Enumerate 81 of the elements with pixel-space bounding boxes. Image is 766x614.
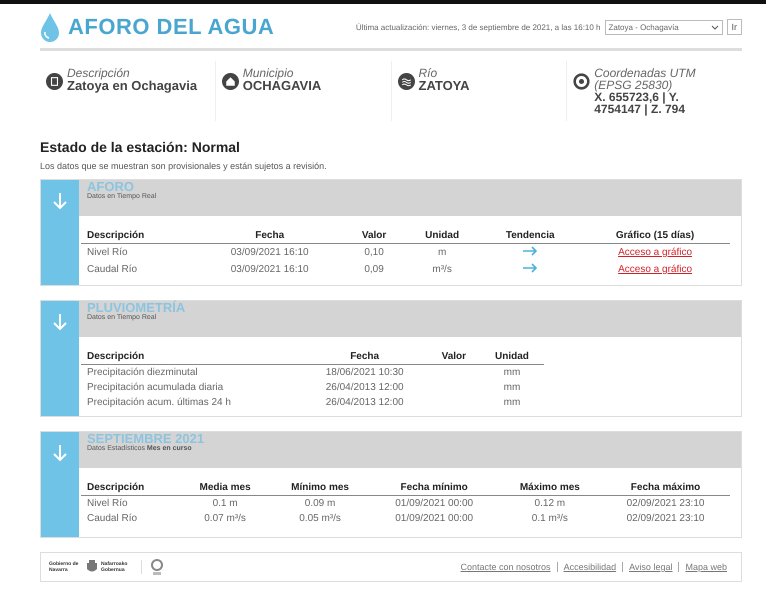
column-header: Unidad (404, 228, 480, 244)
table-cell: Precipitación diezminutal (81, 364, 302, 380)
column-header: Valor (428, 349, 480, 364)
chart-link[interactable]: Acceso a gráfico (618, 264, 692, 275)
column-header: Fecha mínimo (370, 480, 498, 496)
info-value: Zatoya en Ochagavia (67, 79, 198, 92)
footer-link[interactable]: Aviso legal (622, 562, 678, 572)
coat-of-arms-icon (86, 560, 98, 574)
circle-logo-icon (150, 558, 164, 576)
column-header: Máximo mes (498, 480, 602, 496)
info-value: X. 655723,6 | Y. 4754147 | Z. 794 (594, 91, 686, 115)
section-title: AFORO (87, 180, 134, 193)
table-cell: 03/09/2021 16:10 (195, 244, 344, 261)
section-title: SEPTIEMBRE 2021 (87, 432, 206, 445)
column-header: Descripción (81, 349, 302, 364)
table-cell-text: Caudal Río (86, 512, 138, 526)
column-header: Mínimo mes (270, 480, 370, 496)
footer-link[interactable]: Contacte con nosotros (454, 562, 557, 572)
column-header: Valor (344, 228, 404, 244)
section-title: PLUVIOMETRÍA (87, 301, 186, 314)
site-logo-text: AFORO DEL AGUA (68, 14, 274, 40)
table-cell: 0.09 m (270, 496, 370, 511)
info-label: Río (418, 67, 438, 79)
table-cell-text: mm (502, 381, 522, 395)
table-cell-text: 0.1 m³/s (530, 512, 569, 526)
footer-link[interactable]: Accesibilidad (556, 562, 622, 572)
down-arrow-icon (53, 444, 67, 462)
disclaimer-text: Los datos que se muestran son provisionales y están sujetos a revisión. (40, 161, 328, 171)
table-cell-text: Precipitación acum. últimas 24 h (86, 396, 232, 410)
chevron-icon (710, 24, 718, 30)
house-icon (222, 73, 239, 90)
table-cell-text: 26/04/2013 12:00 (324, 396, 405, 410)
column-header: Media mes (180, 480, 270, 496)
table-cell-text: 0,09 (363, 263, 385, 277)
column-header: Descripción (81, 480, 180, 496)
down-arrow-icon (53, 313, 67, 331)
column-header: Unidad (480, 349, 544, 364)
table-cell-text: 26/04/2013 12:00 (324, 381, 405, 395)
right-arrow-icon (522, 263, 538, 273)
info-value: ZATOYA (418, 79, 470, 92)
station-select[interactable]: Zatoya - Ochagavía (604, 20, 722, 34)
column-header: Descripción (81, 228, 196, 244)
waves-icon (398, 73, 414, 90)
table-cell-text: mm (502, 396, 522, 410)
down-arrow-icon (53, 192, 67, 210)
column-header: Gráfico (15 días) (580, 228, 730, 244)
last-update-text: Última actualización: viernes, 3 de septiembre de 2021, a las 16:10 h (356, 22, 600, 32)
table-cell: Nivel Río (81, 496, 180, 511)
go-button[interactable]: Ir (726, 19, 742, 35)
table-cell-text: 0.05 m³/s (298, 512, 342, 526)
table-cell-text: Caudal Río (86, 263, 138, 277)
footer-link[interactable]: Mapa web (678, 562, 733, 572)
table-cell-text: 02/09/2021 23:10 (626, 512, 706, 526)
table-cell-text: Precipitación acumulada diaria (86, 381, 224, 395)
column-header: Fecha (195, 228, 344, 244)
table-cell: m (404, 244, 480, 261)
table-cell: 0.12 m (498, 496, 602, 511)
chart-link[interactable]: Acceso a gráfico (618, 247, 692, 258)
table-cell-text: 0.07 m³/s (203, 512, 247, 526)
table-cell: 0.1 m (180, 496, 270, 511)
column-header: Tendencia (480, 228, 580, 244)
target-icon (573, 73, 590, 90)
column-header: Fecha (301, 349, 428, 364)
right-arrow-icon (522, 246, 538, 256)
table-cell-text: 01/09/2021 00:00 (394, 512, 474, 526)
water-drop-icon (40, 12, 60, 42)
info-label: Descripción (67, 67, 131, 79)
table-cell: mm (480, 364, 544, 380)
table-cell: 01/09/2021 00:00 (370, 496, 498, 511)
info-label: Coordenadas UTM (EPSG 25830) (594, 67, 697, 91)
table-cell: 0,10 (344, 244, 404, 261)
info-value: OCHAGAVIA (242, 79, 322, 92)
station-status-heading: Estado de la estación: Normal (40, 139, 241, 155)
table-cell: Nivel Río (81, 244, 196, 261)
info-label: Municipio (242, 67, 294, 79)
document-icon (46, 73, 63, 90)
table-cell: 02/09/2021 23:10 (601, 496, 730, 511)
column-header: Fecha máximo (601, 480, 730, 496)
table-cell: 18/06/2021 10:30 (301, 364, 428, 380)
table-cell-text: 03/09/2021 16:10 (230, 263, 310, 277)
table-cell-text: m³/s (431, 263, 453, 277)
